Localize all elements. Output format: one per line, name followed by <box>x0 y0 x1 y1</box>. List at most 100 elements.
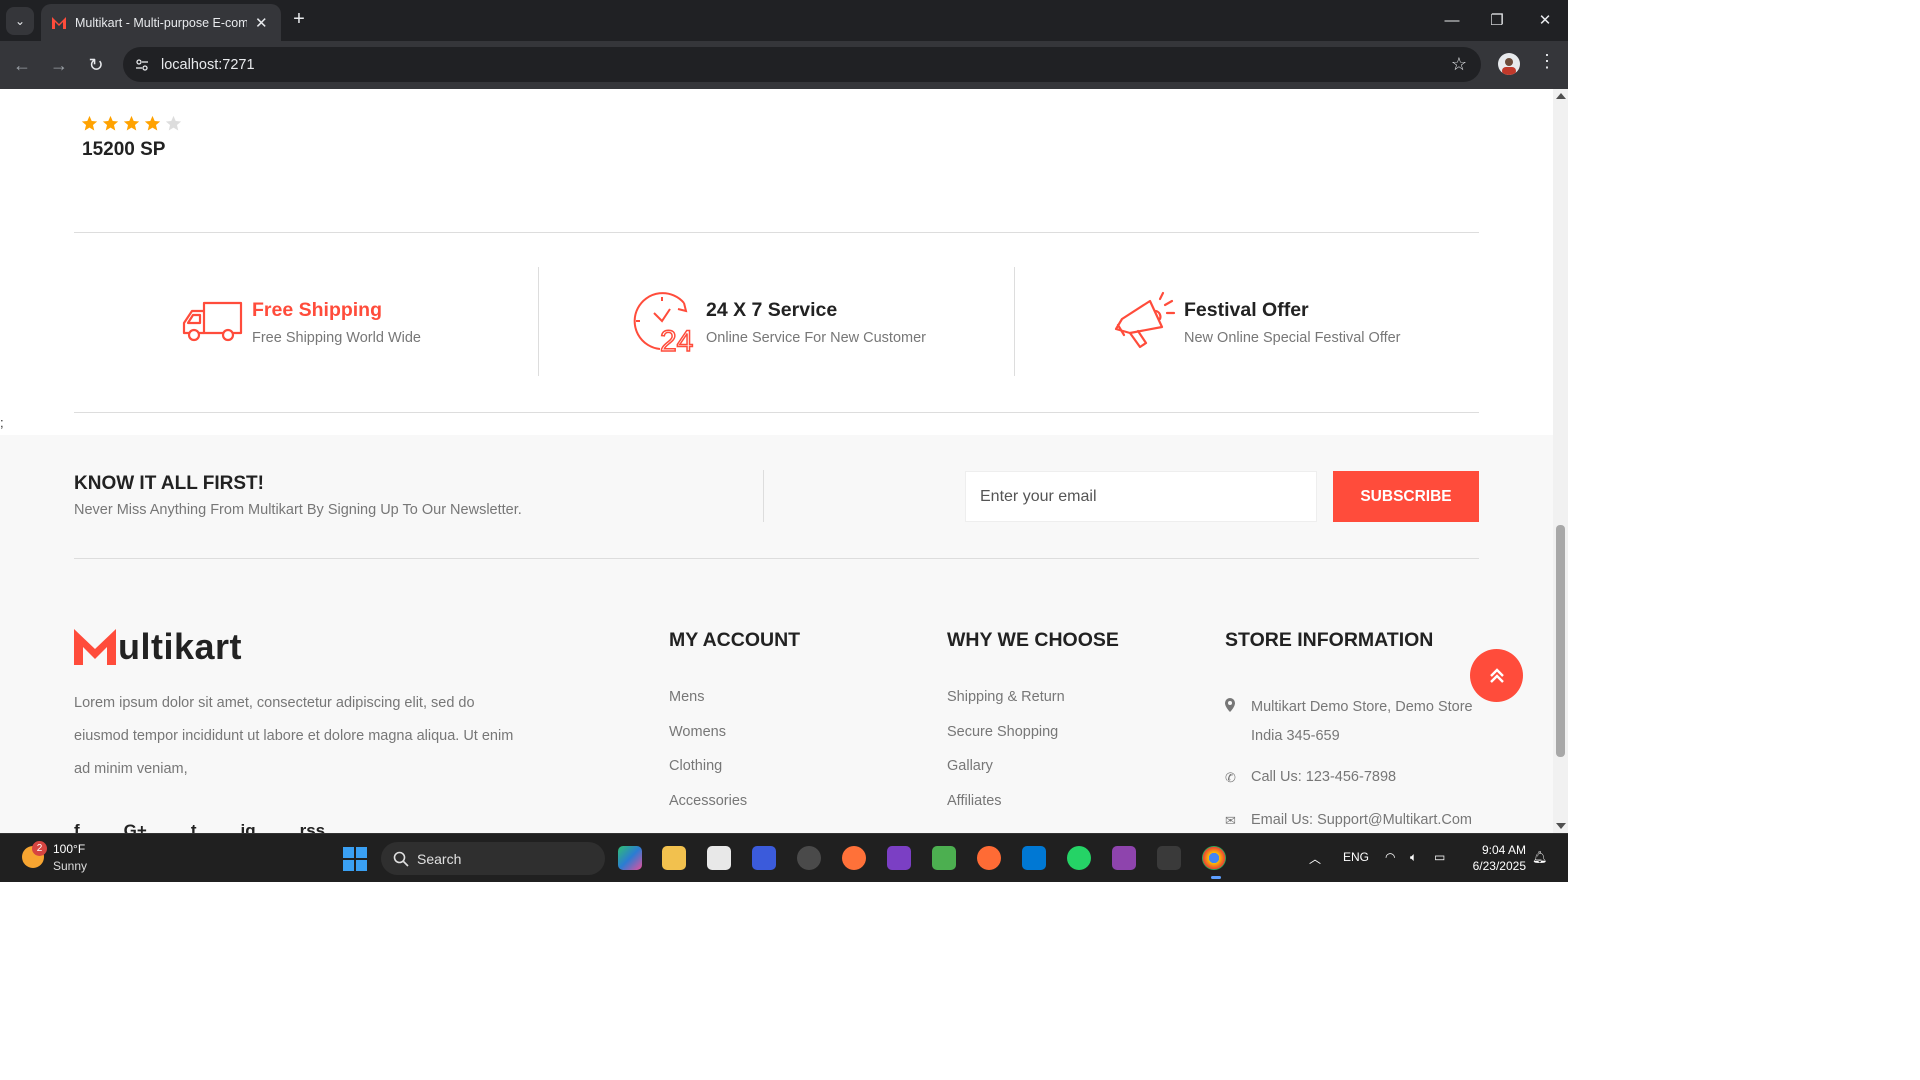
language-indicator[interactable]: ENG <box>1343 850 1369 864</box>
newsletter-separator <box>763 470 764 522</box>
clock-date: 6/23/2025 <box>1472 859 1526 873</box>
file-explorer-icon[interactable] <box>662 846 686 870</box>
restore-button[interactable]: ❐ <box>1482 6 1512 34</box>
why-we-choose-links: Shipping & Return Secure Shopping Gallar… <box>947 689 1065 827</box>
stray-text: ; <box>0 415 4 430</box>
tray-chevron-up-icon[interactable]: ︿ <box>1309 850 1321 867</box>
newsletter-email-input[interactable] <box>965 471 1317 522</box>
wifi-icon[interactable]: ◠ <box>1385 850 1395 864</box>
new-tab-button[interactable]: + <box>288 8 310 31</box>
store-phone: ✆ Call Us: 123-456-7898 <box>1225 763 1481 793</box>
back-icon[interactable]: ← <box>8 51 36 79</box>
double-chevron-up-icon <box>1489 667 1504 683</box>
dev-app-icon[interactable] <box>752 846 776 870</box>
service-free-shipping: Free Shipping Free Shipping World Wide <box>178 289 421 355</box>
scroll-up-arrow-icon[interactable] <box>1556 93 1566 99</box>
browser-tab[interactable]: Multikart - Multi-purpose E-commerce ✕ <box>41 4 281 41</box>
multikart-logo-icon <box>74 629 116 665</box>
star-filled-icon <box>81 115 98 131</box>
notification-bell-icon[interactable]: 🔔︎ <box>1532 850 1547 864</box>
my-account-links: Mens Womens Clothing Accessories <box>669 689 747 827</box>
page-scrollbar[interactable] <box>1553 89 1568 833</box>
taskbar-search[interactable]: Search <box>381 842 605 875</box>
store-address-text: Multikart Demo Store, Demo Store India 3… <box>1251 699 1473 744</box>
store-information-list: Multikart Demo Store, Demo Store India 3… <box>1225 693 1481 833</box>
scroll-down-arrow-icon[interactable] <box>1556 823 1566 829</box>
battery-icon[interactable]: ▭ <box>1434 850 1445 864</box>
footer-link-gallary[interactable]: Gallary <box>947 758 1065 793</box>
store-email: ✉ Email Us: Support@Multikart.Com <box>1225 806 1481 834</box>
footer-about-text: Lorem ipsum dolor sit amet, consectetur … <box>74 695 514 777</box>
clock-time: 9:04 AM <box>1481 843 1526 857</box>
postman-icon[interactable] <box>977 846 1001 870</box>
close-window-button[interactable]: ✕ <box>1530 6 1560 34</box>
envelope-icon: ✉ <box>1225 812 1236 828</box>
service-title: Free Shipping <box>252 298 383 321</box>
twitter-icon[interactable]: t <box>191 821 197 833</box>
multikart-favicon-icon <box>52 16 66 29</box>
microsoft-store-icon[interactable] <box>707 846 731 870</box>
service-separator <box>1014 267 1015 376</box>
weather-condition[interactable]: Sunny <box>53 859 87 873</box>
search-label: Search <box>417 850 462 867</box>
store-email-text[interactable]: Email Us: Support@Multikart.Com <box>1251 806 1472 834</box>
footer-link-womens[interactable]: Womens <box>669 724 747 759</box>
footer-link-clothing[interactable]: Clothing <box>669 758 747 793</box>
clock-24-icon: 24 <box>633 292 694 355</box>
firefox-icon[interactable] <box>842 846 866 870</box>
footer-link-secure-shopping[interactable]: Secure Shopping <box>947 724 1065 759</box>
subscribe-button[interactable]: SUBSCRIBE <box>1333 471 1479 522</box>
weather-badge: 2 <box>32 841 47 856</box>
store-phone-text: Call Us: 123-456-7898 <box>1251 769 1397 785</box>
instagram-icon[interactable]: ig <box>241 821 256 833</box>
product-price: 15200 SP <box>82 139 166 160</box>
store-information-title: STORE INFORMATION <box>1225 629 1434 651</box>
footer-logo[interactable]: ultikart <box>74 629 242 665</box>
site-info-icon[interactable] <box>129 52 155 78</box>
whatsapp-icon[interactable] <box>1067 846 1091 870</box>
back-to-top-button[interactable] <box>1470 649 1523 702</box>
google-plus-icon[interactable]: G+ <box>124 821 147 833</box>
weather-temperature[interactable]: 100°F <box>53 842 85 856</box>
divider <box>74 412 1479 413</box>
footer-link-accessories[interactable]: Accessories <box>669 793 747 828</box>
footer-link-shipping-return[interactable]: Shipping & Return <box>947 689 1065 724</box>
social-links: f G+ t ig rss <box>74 821 325 833</box>
truck-icon <box>182 301 243 342</box>
vscode-icon[interactable] <box>1022 846 1046 870</box>
star-filled-icon <box>123 115 140 131</box>
bookmark-star-icon[interactable]: ☆ <box>1451 54 1467 75</box>
windows-start-icon[interactable] <box>343 847 367 871</box>
rss-icon[interactable]: rss <box>300 821 326 833</box>
megaphone-icon <box>1114 291 1176 349</box>
profile-avatar[interactable] <box>1498 53 1520 75</box>
windows-taskbar: 2 100°F Sunny Search ︿ ENG ◠ 🔈︎ ▭ 9:04 A… <box>0 833 1568 882</box>
browser-menu-icon[interactable]: ⋮ <box>1538 51 1556 72</box>
visual-studio-2-icon[interactable] <box>1112 846 1136 870</box>
scroll-thumb[interactable] <box>1556 525 1565 757</box>
forward-icon[interactable]: → <box>45 51 73 79</box>
tab-close-icon[interactable]: ✕ <box>255 14 268 32</box>
copilot-icon[interactable] <box>618 846 642 870</box>
visual-studio-icon[interactable] <box>887 846 911 870</box>
footer-link-mens[interactable]: Mens <box>669 689 747 724</box>
star-filled-icon <box>102 115 119 131</box>
phone-icon: ✆ <box>1225 770 1236 785</box>
unity-icon[interactable] <box>797 846 821 870</box>
map-marker-icon <box>1225 693 1251 750</box>
chrome-icon[interactable] <box>1202 846 1226 870</box>
minimize-button[interactable]: — <box>1437 6 1467 34</box>
reload-icon[interactable]: ↻ <box>82 51 110 79</box>
paint-app-icon[interactable] <box>932 846 956 870</box>
star-empty-icon <box>165 115 182 131</box>
facebook-icon[interactable]: f <box>74 821 80 833</box>
terminal-icon[interactable] <box>1157 846 1181 870</box>
star-filled-icon <box>144 115 161 131</box>
my-account-title: MY ACCOUNT <box>669 629 801 651</box>
footer-link-affiliates[interactable]: Affiliates <box>947 793 1065 828</box>
tab-search-button[interactable]: ⌄ <box>6 7 34 35</box>
search-icon <box>393 851 409 867</box>
address-bar[interactable]: localhost:7271 ☆ <box>123 47 1481 82</box>
system-clock[interactable]: 9:04 AM 6/23/2025 <box>1466 842 1526 874</box>
volume-icon[interactable]: 🔈︎ <box>1410 850 1417 865</box>
